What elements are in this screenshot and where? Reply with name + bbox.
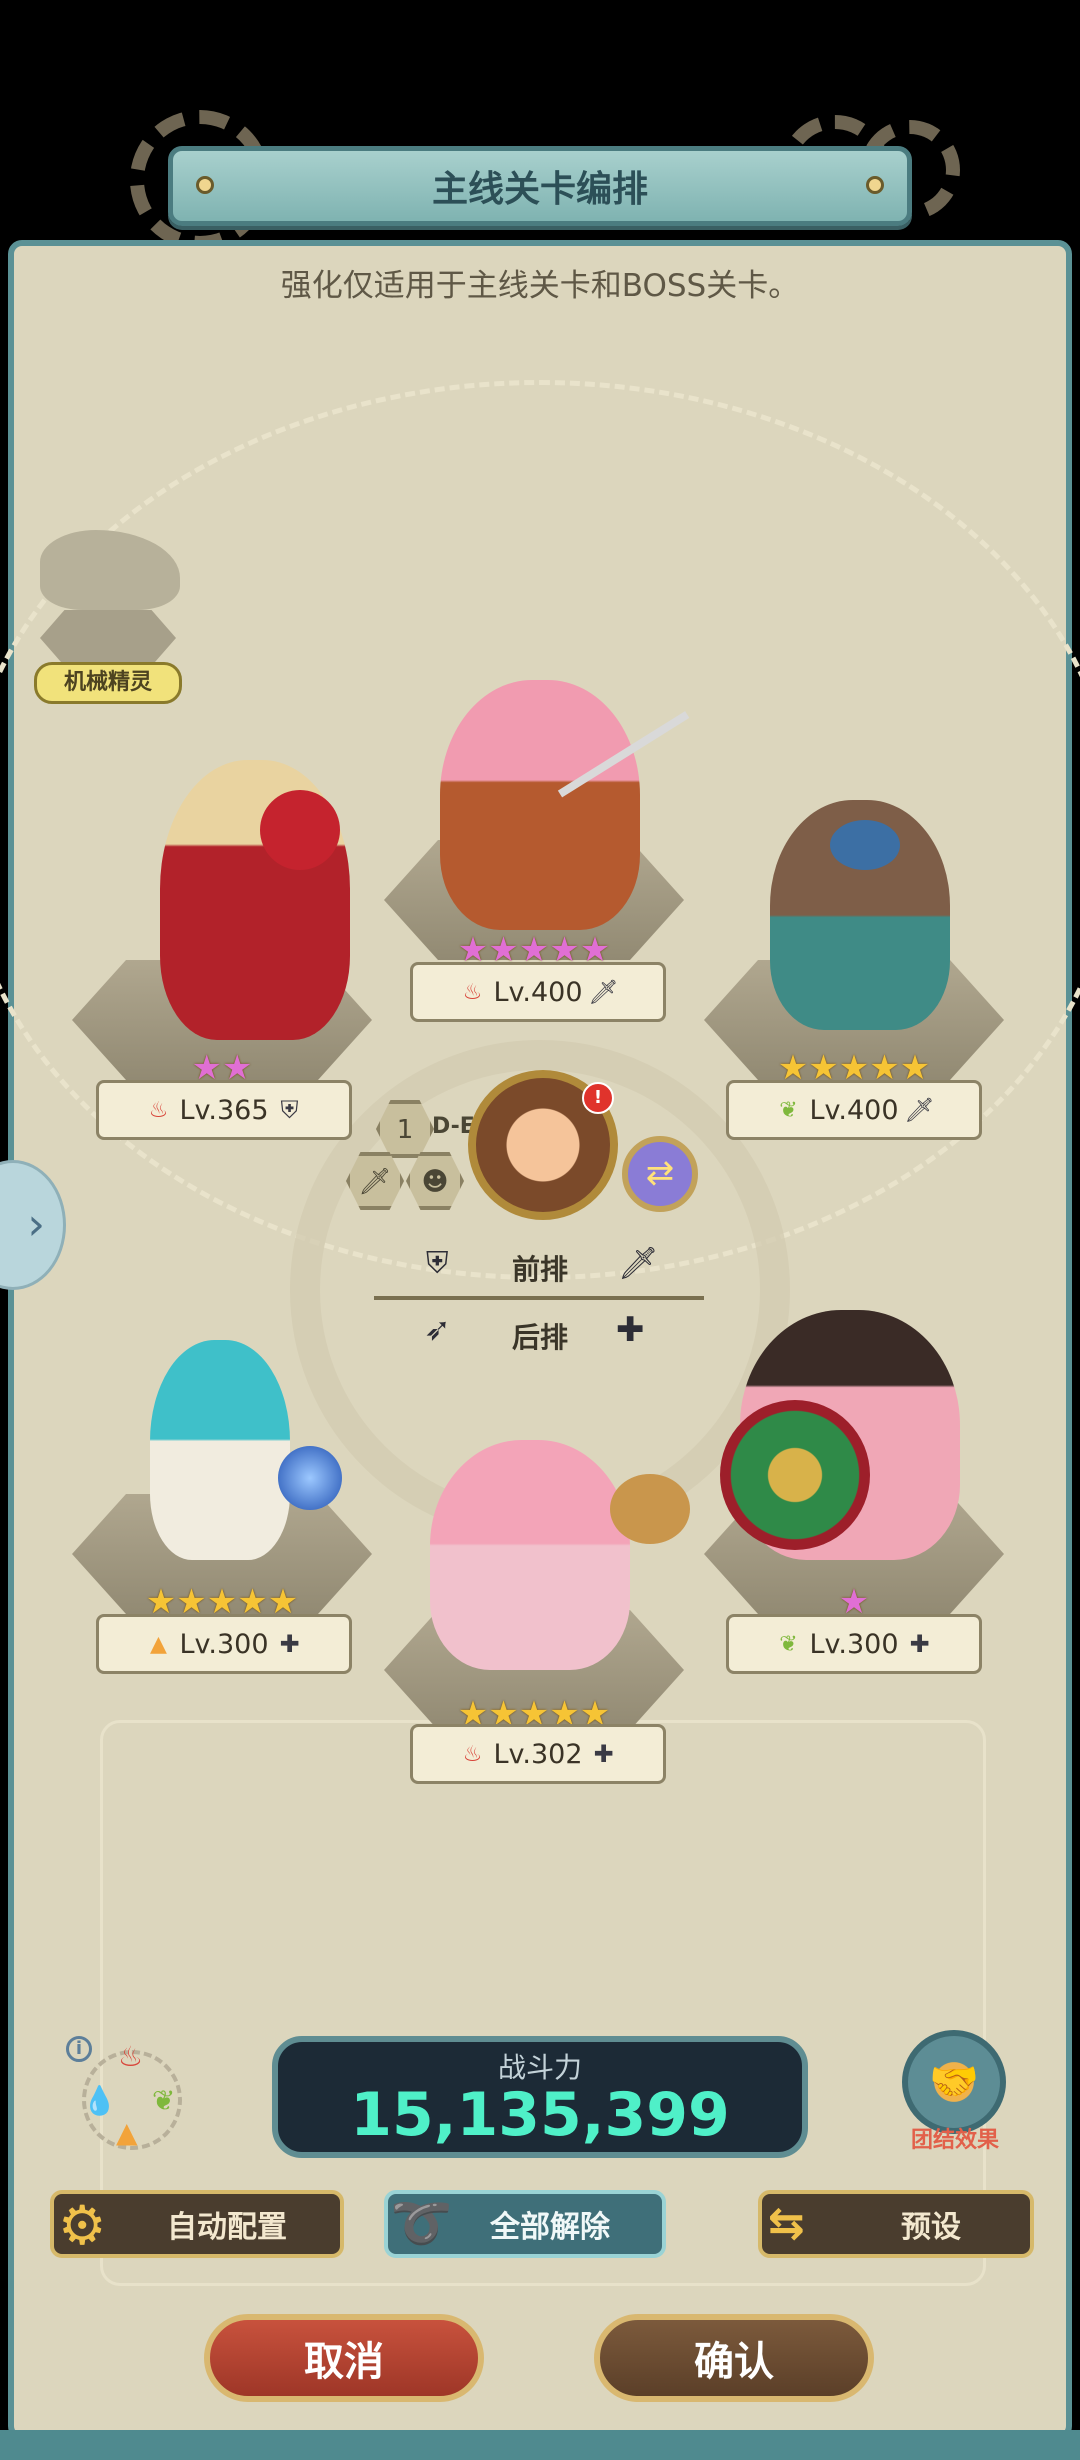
unlink-icon: ➰ bbox=[390, 2194, 453, 2252]
pet-platform bbox=[40, 610, 176, 666]
preset-button[interactable]: ⇆ 预设 bbox=[758, 2190, 1034, 2258]
swap-icon: ⇄ bbox=[645, 1153, 675, 1193]
team-effect-button[interactable]: 🤝 bbox=[902, 2030, 1006, 2134]
hero-front-right-level-badge[interactable]: ❦ Lv.400 🗡 bbox=[726, 1080, 982, 1140]
auto-config-label: 自动配置 bbox=[167, 2210, 287, 2245]
fire-element-icon: ♨ bbox=[118, 2040, 144, 2073]
hero-front-center-figure[interactable] bbox=[440, 680, 640, 930]
auto-config-button[interactable]: ⚙ 自动配置 bbox=[50, 2190, 344, 2258]
hero-front-center-level-badge[interactable]: ♨ Lv.400 🗡 bbox=[410, 962, 666, 1022]
info-icon[interactable]: i bbox=[66, 2036, 92, 2062]
hero-back-left-figure[interactable] bbox=[150, 1340, 290, 1560]
hero-level: Lv.400 bbox=[493, 976, 583, 1008]
gear-icon: ⚙ bbox=[58, 2194, 107, 2257]
sword-icon: 🗡 bbox=[588, 978, 619, 1006]
back-row-plus-icon: ✚ bbox=[616, 1310, 645, 1350]
fire-element-icon: ♨ bbox=[462, 979, 483, 1005]
back-row-bow-icon: ➶ bbox=[424, 1310, 451, 1348]
clear-all-label: 全部解除 bbox=[490, 2210, 610, 2245]
shield-icon: ⛨ bbox=[280, 1096, 299, 1124]
hero-level: Lv.300 bbox=[179, 1628, 269, 1660]
preset-label: 预设 bbox=[901, 2210, 961, 2245]
bottom-frame-bar bbox=[0, 2430, 1080, 2460]
water-element-icon: 💧 bbox=[82, 2084, 117, 2117]
clear-all-button[interactable]: ➰ 全部解除 bbox=[384, 2190, 666, 2258]
hero-front-left-accessory bbox=[260, 790, 340, 870]
chevron-right-icon: › bbox=[27, 1199, 45, 1250]
hero-level: Lv.302 bbox=[493, 1738, 583, 1770]
pet-label[interactable]: 机械精灵 bbox=[34, 662, 182, 704]
preset-arrows-icon: ⇆ bbox=[768, 2198, 805, 2249]
subtitle-notice: 强化仅适用于主线关卡和BOSS关卡。 bbox=[280, 268, 800, 304]
plus-icon: ✚ bbox=[279, 1630, 300, 1658]
skull-icon: ☻ bbox=[421, 1167, 449, 1197]
hero-level: Lv.300 bbox=[809, 1628, 899, 1660]
cancel-button[interactable]: 取消 bbox=[204, 2314, 484, 2402]
plus-icon: ✚ bbox=[909, 1630, 930, 1658]
hero-back-center-level-badge[interactable]: ♨ Lv.302 ✚ bbox=[410, 1724, 666, 1784]
sword-icon: 🗡 bbox=[358, 1167, 392, 1197]
team-effect-label[interactable]: 团结效果 bbox=[890, 2122, 1020, 2154]
front-row-sword-icon: 🗡 bbox=[618, 1244, 659, 1282]
wind-element-icon: ❦ bbox=[779, 1097, 798, 1123]
hero-level: Lv.365 bbox=[179, 1094, 269, 1126]
notification-badge: ! bbox=[582, 1082, 614, 1114]
row-divider bbox=[374, 1296, 704, 1300]
earth-element-icon: ▲ bbox=[116, 2116, 138, 2149]
swap-button[interactable]: ⇄ bbox=[622, 1136, 698, 1212]
hero-back-right-shield bbox=[720, 1400, 870, 1550]
hero-level: Lv.400 bbox=[809, 1094, 899, 1126]
page-title: 主线关卡编排 bbox=[431, 169, 648, 210]
confirm-button[interactable]: 确认 bbox=[594, 2314, 874, 2402]
hero-back-left-orb bbox=[278, 1446, 342, 1510]
wind-element-icon: ❦ bbox=[152, 2084, 176, 2117]
back-row-label: 后排 bbox=[512, 1321, 569, 1354]
hero-back-right-level-badge[interactable]: ❦ Lv.300 ✚ bbox=[726, 1614, 982, 1674]
earth-element-icon: ▲ bbox=[150, 1631, 167, 1657]
front-row-shield-icon: ⛨ bbox=[426, 1246, 449, 1281]
handshake-icon: 🤝 bbox=[929, 2059, 979, 2105]
hero-front-left-level-badge[interactable]: ♨ Lv.365 ⛨ bbox=[96, 1080, 352, 1140]
hero-back-left-level-badge[interactable]: ▲ Lv.300 ✚ bbox=[96, 1614, 352, 1674]
fire-element-icon: ♨ bbox=[462, 1741, 483, 1767]
hero-back-center-figure[interactable] bbox=[430, 1440, 630, 1670]
sword-icon: 🗡 bbox=[904, 1096, 935, 1124]
combat-power-value: 15,135,399 bbox=[350, 2080, 730, 2150]
wind-element-icon: ❦ bbox=[779, 1631, 798, 1657]
hero-front-right-mask bbox=[830, 820, 900, 870]
front-row-label: 前排 bbox=[512, 1253, 569, 1286]
fire-element-icon: ♨ bbox=[148, 1097, 169, 1123]
hero-back-center-staff bbox=[610, 1474, 690, 1544]
plus-icon: ✚ bbox=[593, 1740, 614, 1768]
